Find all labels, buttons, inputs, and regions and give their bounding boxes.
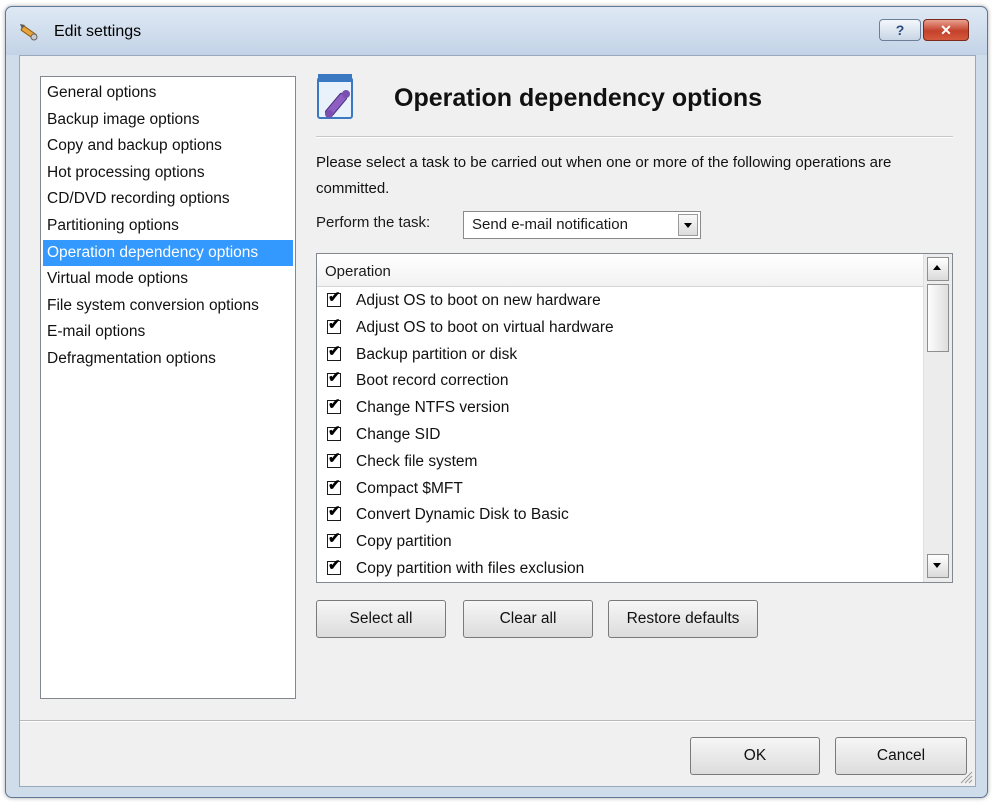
checkmark-icon: ✔ xyxy=(328,289,341,306)
footer-separator xyxy=(20,720,975,722)
operation-row[interactable]: ✔ Adjust OS to boot on new hardware xyxy=(317,288,923,315)
checkmark-icon: ✔ xyxy=(328,396,341,414)
nav-item-general-options[interactable]: General options xyxy=(43,80,293,107)
operation-checkbox[interactable]: ✔ xyxy=(327,449,341,468)
operation-row[interactable]: ✔ Convert Dynamic Disk to Basic xyxy=(317,502,923,529)
operation-label: Compact $MFT xyxy=(356,479,463,497)
nav-item-cd-dvd-recording-options[interactable]: CD/DVD recording options xyxy=(43,186,293,213)
options-nav-list[interactable]: General options Backup image options Copy … xyxy=(40,76,296,699)
operation-label: Adjust OS to boot on virtual hardware xyxy=(356,318,614,336)
operations-list[interactable]: Operation ✔ Adjust OS to boot on new hard… xyxy=(316,253,953,583)
operation-label: Boot record correction xyxy=(356,372,509,390)
operation-checkbox[interactable]: ✔ xyxy=(327,396,341,415)
nav-item-backup-image-options[interactable]: Backup image options xyxy=(43,107,293,134)
operation-checkbox[interactable]: ✔ xyxy=(327,556,341,575)
nav-item-e-mail-options[interactable]: E-mail options xyxy=(43,319,293,346)
arrow-up-icon xyxy=(933,265,941,270)
page-title: Operation dependency options xyxy=(394,84,763,112)
operation-checkbox[interactable]: ✔ xyxy=(327,289,341,307)
help-button[interactable]: ? xyxy=(879,19,921,41)
task-label: Perform the task: xyxy=(316,214,431,231)
checkmark-icon: ✔ xyxy=(328,503,341,521)
select-all-button[interactable]: Select all xyxy=(316,600,446,638)
edit-settings-window: Edit settings ? ✕ General options Backup … xyxy=(5,6,988,798)
task-select-dropdown-button[interactable] xyxy=(678,214,698,236)
page-description: Please select a task to be carried out w… xyxy=(316,154,892,197)
nav-item-operation-dependency-options[interactable]: Operation dependency options xyxy=(43,239,293,267)
operation-label: Copy partition with files exclusion xyxy=(356,559,585,577)
operation-label: Convert Dynamic Disk to Basic xyxy=(356,506,569,524)
operation-dependency-icon xyxy=(317,74,353,119)
checkmark-icon: ✔ xyxy=(328,476,341,494)
close-button[interactable]: ✕ xyxy=(923,19,969,41)
operation-row[interactable]: ✔ Compact $MFT xyxy=(317,476,923,503)
operations-scrollbar[interactable] xyxy=(923,254,952,582)
operations-rows: ✔ Adjust OS to boot on new hardware ✔ Adjus… xyxy=(317,288,923,582)
nav-item-virtual-mode-options[interactable]: Virtual mode options xyxy=(43,266,293,293)
operation-checkbox[interactable]: ✔ xyxy=(327,342,341,361)
operation-row[interactable]: ✔ Adjust OS to boot on virtual hardware xyxy=(317,315,923,342)
cancel-button[interactable]: Cancel xyxy=(835,737,967,775)
scroll-thumb[interactable] xyxy=(927,284,949,352)
checkmark-icon: ✔ xyxy=(328,422,341,440)
operation-row[interactable]: ✔ Copy partition xyxy=(317,529,923,556)
operation-label: Change SID xyxy=(356,425,441,443)
arrow-down-icon xyxy=(933,563,941,568)
checkmark-icon: ✔ xyxy=(328,449,341,467)
operation-checkbox[interactable]: ✔ xyxy=(327,476,341,495)
operation-label: Check file system xyxy=(356,452,478,470)
operation-row[interactable]: ✔ Check file system xyxy=(317,449,923,476)
dialog-body: General options Backup image options Copy … xyxy=(19,55,976,787)
chevron-down-icon xyxy=(684,223,692,228)
operation-row[interactable]: ✔ Backup partition or disk xyxy=(317,342,923,369)
checkmark-icon: ✔ xyxy=(328,315,341,333)
window-title: Edit settings xyxy=(54,23,142,40)
operation-row[interactable]: ✔ Change SID xyxy=(317,422,923,449)
clear-all-button[interactable]: Clear all xyxy=(463,600,593,638)
operation-row[interactable]: ✔ Change NTFS version xyxy=(317,395,923,422)
nav-item-defragmentation-options[interactable]: Defragmentation options xyxy=(43,346,293,373)
operation-row[interactable]: ✔ Copy partition with files exclusion xyxy=(317,556,923,582)
scroll-down-button[interactable] xyxy=(927,554,949,578)
settings-pencil-icon xyxy=(20,24,38,41)
nav-item-hot-processing-options[interactable]: Hot processing options xyxy=(43,160,293,187)
nav-item-copy-and-backup-options[interactable]: Copy and backup options xyxy=(43,133,293,160)
operation-label: Change NTFS version xyxy=(356,399,510,417)
operation-checkbox[interactable]: ✔ xyxy=(327,422,341,441)
operation-checkbox[interactable]: ✔ xyxy=(327,369,341,388)
checkmark-icon: ✔ xyxy=(328,369,341,387)
operation-row[interactable]: ✔ Boot record correction xyxy=(317,368,923,395)
restore-defaults-button[interactable]: Restore defaults xyxy=(608,600,758,638)
operation-checkbox[interactable]: ✔ xyxy=(327,315,341,334)
task-select-value: Send e-mail notification xyxy=(472,216,628,233)
header-separator xyxy=(316,136,953,138)
ok-button[interactable]: OK xyxy=(690,737,820,775)
scroll-up-button[interactable] xyxy=(927,257,949,281)
title-bar[interactable]: Edit settings ? ✕ xyxy=(6,7,987,55)
nav-item-partitioning-options[interactable]: Partitioning options xyxy=(43,213,293,240)
resize-grip-icon[interactable] xyxy=(957,768,973,784)
operation-column-header[interactable]: Operation xyxy=(317,254,923,287)
operation-checkbox[interactable]: ✔ xyxy=(327,530,341,549)
operation-label: Backup partition or disk xyxy=(356,345,518,363)
operation-checkbox[interactable]: ✔ xyxy=(327,503,341,522)
checkmark-icon: ✔ xyxy=(328,530,341,548)
operation-label: Adjust OS to boot on new hardware xyxy=(356,292,601,309)
operation-label: Copy partition xyxy=(356,533,452,551)
checkmark-icon: ✔ xyxy=(328,556,341,574)
operation-column-label: Operation xyxy=(325,263,391,280)
task-select[interactable]: Send e-mail notification xyxy=(463,211,701,239)
nav-item-file-system-conversion-options[interactable]: File system conversion options xyxy=(43,293,293,320)
checkmark-icon: ✔ xyxy=(328,342,341,360)
